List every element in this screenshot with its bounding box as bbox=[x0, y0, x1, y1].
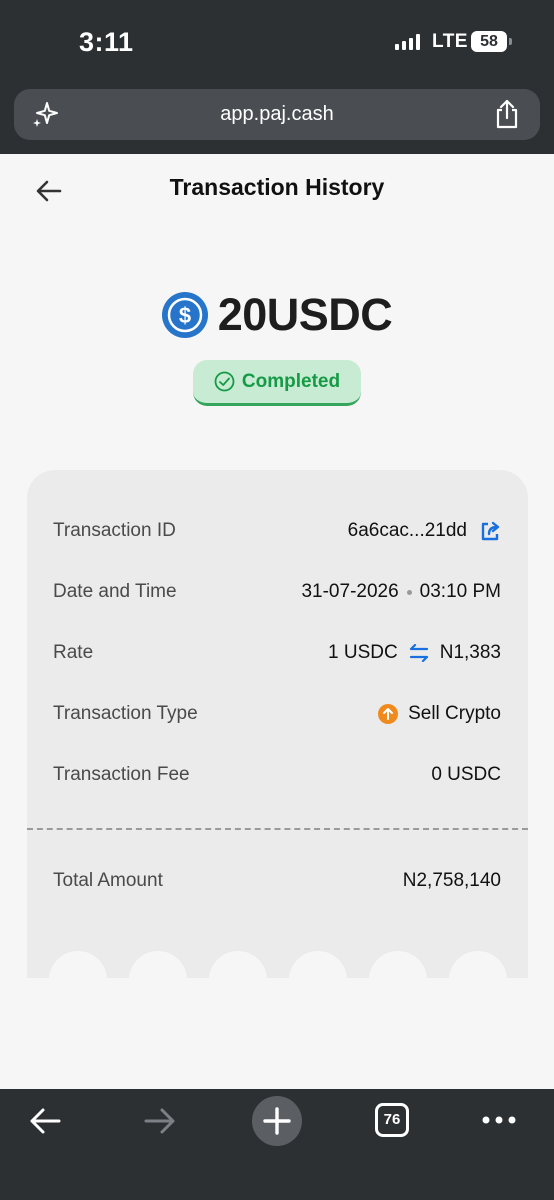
dot-separator bbox=[406, 589, 412, 595]
battery-indicator: 58 bbox=[471, 31, 507, 52]
total-amount-value: N2,758,140 bbox=[402, 870, 501, 891]
page-title: Transaction History bbox=[169, 174, 385, 200]
network-type: LTE bbox=[432, 31, 468, 52]
browser-address-area: app.paj.cash bbox=[0, 80, 554, 154]
date-value: 31-07-2026 bbox=[301, 581, 399, 602]
new-tab-button[interactable] bbox=[252, 1096, 302, 1146]
detail-row-transaction-type: Transaction Type Sell Crypto bbox=[53, 699, 501, 729]
scallop bbox=[209, 951, 267, 978]
tab-count-button[interactable]: 76 bbox=[375, 1103, 409, 1137]
scallop bbox=[449, 951, 507, 978]
copy-link-icon[interactable] bbox=[479, 520, 501, 542]
transaction-fee-value: 0 USDC bbox=[431, 764, 501, 785]
forward-arrow-icon[interactable] bbox=[143, 1106, 177, 1136]
scallop bbox=[129, 951, 187, 978]
url-text[interactable]: app.paj.cash bbox=[14, 89, 540, 140]
detail-label: Transaction ID bbox=[53, 520, 176, 541]
usdc-icon: $ bbox=[161, 292, 208, 338]
detail-label: Date and Time bbox=[53, 581, 177, 602]
detail-label: Transaction Fee bbox=[53, 764, 190, 785]
dashed-divider bbox=[27, 828, 528, 830]
share-icon[interactable] bbox=[493, 99, 521, 129]
detail-row-date-time: Date and Time 31-07-2026 03:10 PM bbox=[53, 577, 501, 607]
signal-icon bbox=[395, 34, 420, 50]
rate-to-value: N1,383 bbox=[439, 642, 501, 663]
detail-row-rate: Rate 1 USDC N1,383 bbox=[53, 638, 501, 668]
detail-value-container: N2,758,140 bbox=[403, 870, 501, 892]
detail-label: Transaction Type bbox=[53, 703, 198, 724]
detail-label: Rate bbox=[53, 642, 94, 663]
browser-toolbar: 76 bbox=[0, 1089, 554, 1200]
amount-row: $ 20USDC bbox=[0, 287, 554, 343]
transaction-id-value: 6a6cac...21dd bbox=[347, 520, 467, 541]
swap-arrows-icon bbox=[409, 644, 428, 662]
detail-row-transaction-fee: Transaction Fee 0 USDC bbox=[53, 760, 501, 790]
scallop bbox=[49, 951, 107, 978]
detail-row-transaction-id: Transaction ID 6a6cac...21dd bbox=[53, 516, 501, 546]
scallop bbox=[369, 951, 427, 978]
detail-value-container: Sell Crypto bbox=[378, 703, 501, 725]
detail-value-container: 6a6cac...21dd bbox=[348, 520, 501, 542]
plus-icon bbox=[263, 1107, 291, 1135]
back-arrow-icon[interactable] bbox=[28, 1106, 62, 1136]
more-icon[interactable] bbox=[481, 1114, 517, 1126]
check-circle-icon bbox=[214, 371, 235, 392]
sell-arrow-icon bbox=[378, 704, 399, 724]
scallop bbox=[289, 951, 347, 978]
detail-value-container: 1 USDC N1,383 bbox=[328, 642, 501, 664]
transaction-type-value: Sell Crypto bbox=[408, 703, 501, 724]
status-time: 3:11 bbox=[79, 27, 134, 57]
battery-tip bbox=[509, 38, 512, 45]
detail-value-container: 0 USDC bbox=[431, 764, 501, 786]
transaction-amount: 20USDC bbox=[217, 289, 393, 340]
transaction-details-card: Transaction ID 6a6cac...21dd Date and Ti… bbox=[27, 470, 528, 978]
total-label: Total Amount bbox=[53, 870, 163, 891]
time-value: 03:10 PM bbox=[419, 581, 501, 602]
detail-value-container: 31-07-2026 03:10 PM bbox=[301, 581, 501, 603]
svg-text:$: $ bbox=[179, 303, 191, 328]
status-bar: 3:11 LTE 58 bbox=[0, 0, 554, 80]
rate-from-value: 1 USDC bbox=[328, 642, 398, 663]
address-bar[interactable]: app.paj.cash bbox=[14, 89, 540, 140]
detail-row-total-amount: Total Amount N2,758,140 bbox=[53, 866, 501, 896]
status-badge: Completed bbox=[193, 360, 361, 406]
status-text: Completed bbox=[241, 370, 341, 392]
